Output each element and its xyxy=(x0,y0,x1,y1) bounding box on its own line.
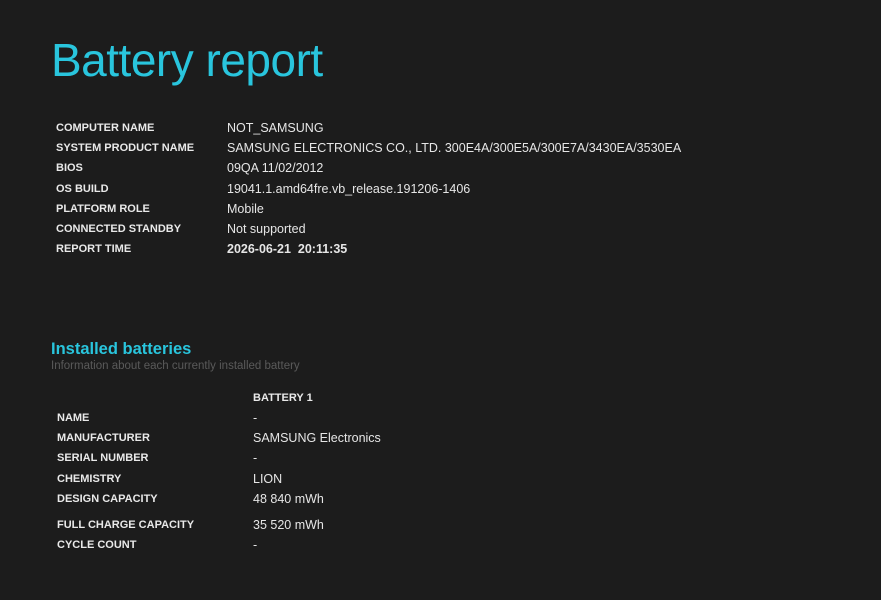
battery-row: CHEMISTRY LION xyxy=(57,469,381,489)
manufacturer-label: MANUFACTURER xyxy=(57,432,150,445)
chemistry-label: CHEMISTRY xyxy=(57,472,122,485)
bios-label: BIOS xyxy=(56,162,83,175)
system-info-row: CONNECTED STANDBY Not supported xyxy=(56,219,681,239)
cycle-count-label: CYCLE COUNT xyxy=(57,539,137,552)
system-product-name-label: SYSTEM PRODUCT NAME xyxy=(56,142,195,155)
chemistry-value: LION xyxy=(253,471,283,486)
connected-standby-label: CONNECTED STANDBY xyxy=(56,223,182,236)
full-charge-capacity-label: FULL CHARGE CAPACITY xyxy=(57,519,195,532)
os-build-value: 19041.1.amd64fre.vb_release.191206-1406 xyxy=(227,181,471,196)
manufacturer-value: SAMSUNG Electronics xyxy=(253,431,381,446)
battery-row: SERIAL NUMBER - xyxy=(57,448,381,468)
system-info-row: BIOS 09QA 11/02/2012 xyxy=(56,158,681,178)
system-info-table: COMPUTER NAME NOT_SAMSUNG SYSTEM PRODUCT… xyxy=(56,118,681,259)
battery-report-page: Battery report COMPUTER NAME NOT_SAMSUNG… xyxy=(0,0,881,600)
battery-row: DESIGN CAPACITY 48 840 mWh xyxy=(57,489,381,509)
battery-column-header: BATTERY 1 xyxy=(253,392,313,404)
serial-number-label: SERIAL NUMBER xyxy=(57,452,149,465)
installed-batteries-heading: Installed batteries xyxy=(51,340,192,358)
full-charge-capacity-value: 35 520 mWh xyxy=(253,518,324,533)
installed-batteries-table: NAME - MANUFACTURER SAMSUNG Electronics … xyxy=(57,408,381,555)
battery-row: CYCLE COUNT - xyxy=(57,535,381,555)
platform-role-label: PLATFORM ROLE xyxy=(56,202,150,215)
system-info-row: SYSTEM PRODUCT NAME SAMSUNG ELECTRONICS … xyxy=(56,138,681,158)
battery-name-label: NAME xyxy=(57,412,90,425)
system-product-name-value: SAMSUNG ELECTRONICS CO., LTD. 300E4A/300… xyxy=(227,141,682,156)
computer-name-value: NOT_SAMSUNG xyxy=(227,121,324,136)
cycle-count-value: - xyxy=(253,538,258,553)
serial-number-value: - xyxy=(253,451,258,466)
platform-role-value: Mobile xyxy=(227,201,264,216)
design-capacity-label: DESIGN CAPACITY xyxy=(57,492,158,505)
battery-row: MANUFACTURER SAMSUNG Electronics xyxy=(57,428,381,448)
bios-value: 09QA 11/02/2012 xyxy=(227,161,324,176)
battery-row: NAME - xyxy=(57,408,381,428)
report-time-value: 2026-06-21 20:11:35 xyxy=(227,242,348,257)
os-build-label: OS BUILD xyxy=(56,182,109,195)
battery-name-value: - xyxy=(253,411,258,426)
connected-standby-value: Not supported xyxy=(227,222,306,237)
report-time-label: REPORT TIME xyxy=(56,243,132,256)
computer-name-label: COMPUTER NAME xyxy=(56,122,155,135)
system-info-row: OS BUILD 19041.1.amd64fre.vb_release.191… xyxy=(56,179,681,199)
design-capacity-value: 48 840 mWh xyxy=(253,491,324,506)
system-info-row: COMPUTER NAME NOT_SAMSUNG xyxy=(56,118,681,138)
page-title: Battery report xyxy=(51,34,323,86)
battery-row: FULL CHARGE CAPACITY 35 520 mWh xyxy=(57,509,381,535)
system-info-row: PLATFORM ROLE Mobile xyxy=(56,199,681,219)
installed-batteries-subtitle: Information about each currently install… xyxy=(51,360,300,372)
system-info-row: REPORT TIME 2026-06-21 20:11:35 xyxy=(56,239,681,259)
